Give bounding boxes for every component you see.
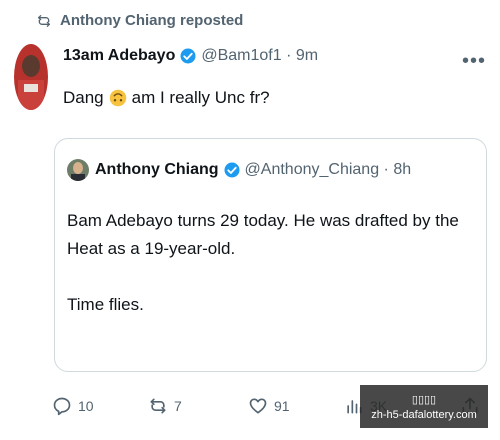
like-button[interactable]: 91 [248,396,290,416]
reply-button[interactable]: 10 [52,396,94,416]
verified-badge-icon [180,48,196,64]
author-name[interactable]: 13am Adebayo [63,47,175,65]
quote-time: 8h [393,161,412,178]
tweet-header: 13am Adebayo @Bam1of1 · 9m [63,47,318,65]
watermark-line1: ▯▯▯▯ [411,393,437,406]
quote-text-line2: Time flies. [67,295,144,315]
quote-header: Anthony Chiang @Anthony_Chiang · 8h [67,159,411,181]
repost-action-icon [150,398,166,414]
reply-count: 10 [78,398,94,414]
tweet-text-start: Dang [63,88,104,107]
quote-verified-badge-icon [224,162,240,178]
repost-button[interactable]: 7 [148,396,182,416]
heart-icon [249,398,267,414]
repost-count: 7 [174,398,182,414]
tweet-text-end: am I really Unc fr? [131,88,270,107]
upside-down-face-emoji-icon [109,89,126,107]
tweet-body: Dang am I really Unc fr? [63,88,270,108]
quote-body: Bam Adebayo turns 29 today. He was draft… [67,207,477,319]
tweet-time[interactable]: 9m [296,47,318,65]
quoted-tweet-card[interactable]: Anthony Chiang @Anthony_Chiang · 8h Bam … [54,138,487,372]
quote-author-avatar [67,159,89,181]
header-dot: · [281,47,296,64]
like-count: 91 [274,398,290,414]
repost-label[interactable]: Anthony Chiang reposted [60,12,243,29]
quote-header-dot: · [379,161,394,178]
repost-icon [38,14,50,27]
repost-indicator: Anthony Chiang reposted [36,12,243,29]
author-avatar[interactable] [14,44,48,110]
quote-author-handle: @Anthony_Chiang [244,161,380,178]
quote-text-line1: Bam Adebayo turns 29 today. He was draft… [67,211,459,259]
watermark-overlay: ▯▯▯▯ zh-h5-dafalottery.com [360,385,488,428]
watermark-line2: zh-h5-dafalottery.com [371,408,477,421]
reply-icon [53,397,71,416]
author-handle[interactable]: @Bam1of1 [201,47,281,65]
more-options-icon[interactable]: ••• [462,50,486,73]
quote-author-name: Anthony Chiang [95,161,219,178]
